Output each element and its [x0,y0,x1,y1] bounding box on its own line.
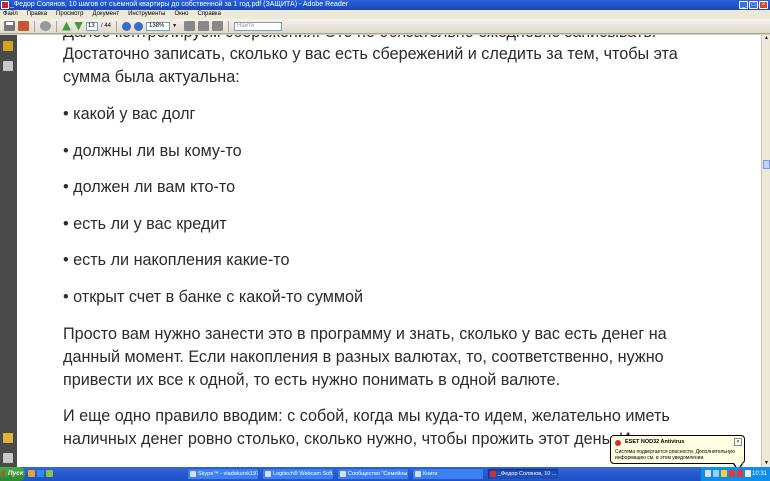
toolbar-separator [56,20,57,32]
document-line: данный момент. Если накопления в разных … [63,348,664,366]
menu-help[interactable]: Справка [197,10,221,19]
page-number-input[interactable]: 13 [86,21,98,31]
comments-icon[interactable] [3,433,13,443]
toolbar: 13 / 44 138% ▼ Найти [0,19,770,34]
document-page: Далее контролируем сбережения. Это не об… [17,35,761,467]
menu-document[interactable]: Документ [92,10,119,19]
menu-file[interactable]: Файл [3,10,18,19]
close-button[interactable]: × [759,1,768,9]
quick-launch-icon[interactable] [46,470,53,477]
taskbar-item-community[interactable]: Сообщество "Семейны... [337,468,409,480]
list-item: • какой у вас долг [63,105,196,123]
document-line: Просто вам нужно занести это в программу… [63,325,667,343]
window-title: _Федор Солянов, 10 шагов от съемной квар… [10,1,349,8]
list-item: • есть ли у вас кредит [63,215,227,233]
tray-icon[interactable] [745,470,751,477]
tray-icon[interactable] [713,470,719,477]
page-total: / 44 [101,23,112,29]
menu-edit[interactable]: Правка [27,10,47,19]
list-item: • должен ли вам кто-то [63,178,236,196]
security-lock-icon[interactable] [3,41,13,51]
menu-tools[interactable]: Инструменты [128,10,165,19]
attachments-icon[interactable] [3,453,13,463]
menu-view[interactable]: Просмотр [56,10,83,19]
select-tool-icon[interactable] [198,21,210,31]
document-line: И еще одно правило вводим: с собой, когд… [63,407,670,425]
tray-icon[interactable] [705,470,711,477]
document-line: привести их все к одной, то есть нужно п… [63,371,561,389]
adobe-reader-window: _Федор Солянов, 10 шагов от съемной квар… [0,0,770,481]
list-item: • открыт счет в банке с какой-то суммой [63,288,364,306]
minimize-button[interactable]: _ [739,1,748,9]
document-line: сумма была актуальна: [63,68,240,86]
email-icon[interactable] [18,21,29,31]
taskbar-item-skype[interactable]: Skype™ - vladakursk1974 [187,468,259,480]
notification-body: Система подвергается опасности. Дополнит… [615,449,736,461]
antivirus-tray-icon[interactable] [729,470,735,477]
list-item: • должны ли вы кому-то [63,142,242,160]
toolbar-separator [116,20,118,32]
scroll-down-icon[interactable]: ▼ [763,460,770,467]
snapshot-tool-icon[interactable] [212,21,224,31]
taskbar: Пуск Skype™ - vladakursk1974 Logitech® W… [0,467,770,481]
print-icon[interactable] [4,21,15,31]
zoom-in-icon[interactable] [134,21,144,31]
document-line: Достаточно записать, сколько у вас есть … [63,45,678,63]
next-page-icon[interactable] [74,21,83,31]
toolbar-separator [34,20,35,32]
document-line: наличных денег ровно столько, сколько ну… [63,430,631,448]
hand-tool-icon[interactable] [184,21,196,31]
list-item: • есть ли накопления какие-то [63,251,290,269]
maximize-button[interactable]: □ [749,1,758,9]
tray-icon[interactable] [721,470,727,477]
zoom-value: 138% [149,22,165,29]
system-tray: 10:31 [700,467,770,481]
vertical-scrollbar[interactable]: ▲ ▼ [761,35,770,467]
chevron-down-icon: ▼ [172,22,178,29]
previous-page-icon[interactable] [62,21,71,31]
navigation-pane [0,35,17,467]
warning-icon [615,440,621,446]
clock: 10:31 [751,471,767,477]
close-icon[interactable]: × [734,438,742,446]
adobe-reader-icon [1,1,9,9]
search-input[interactable]: Найти [234,21,283,31]
taskbar-item-logitech[interactable]: Logitech® Webcam Soft... [262,468,334,480]
zoom-select[interactable]: 138% ▼ [146,21,177,31]
scrollbar-thumb[interactable] [763,160,770,169]
title-bar[interactable]: _Федор Солянов, 10 шагов от съемной квар… [0,0,770,10]
antivirus-notification[interactable]: ESET NOD32 Antivirus × Система подвергае… [610,435,745,471]
toolbar-separator [228,20,230,32]
zoom-out-icon[interactable] [122,21,132,31]
pages-panel-icon[interactable] [3,61,13,71]
quick-launch-icon[interactable] [37,470,44,477]
tray-icon[interactable] [737,470,743,477]
scroll-up-icon[interactable]: ▲ [763,35,770,42]
notification-title: ESET NOD32 Antivirus [625,439,685,445]
document-line: Далее контролируем сбережения. Это не об… [63,35,656,43]
menu-bar: Файл Правка Просмотр Документ Инструмент… [0,10,770,19]
quick-launch-icon[interactable] [28,470,35,477]
taskbar-item-books[interactable]: Книги [412,468,484,480]
taskbar-item-adobe-reader[interactable]: _Федор Солянов, 10 ... [487,468,559,480]
start-button[interactable]: Пуск [0,467,25,481]
menu-window[interactable]: Окно [175,10,189,19]
back-icon[interactable] [40,21,51,31]
